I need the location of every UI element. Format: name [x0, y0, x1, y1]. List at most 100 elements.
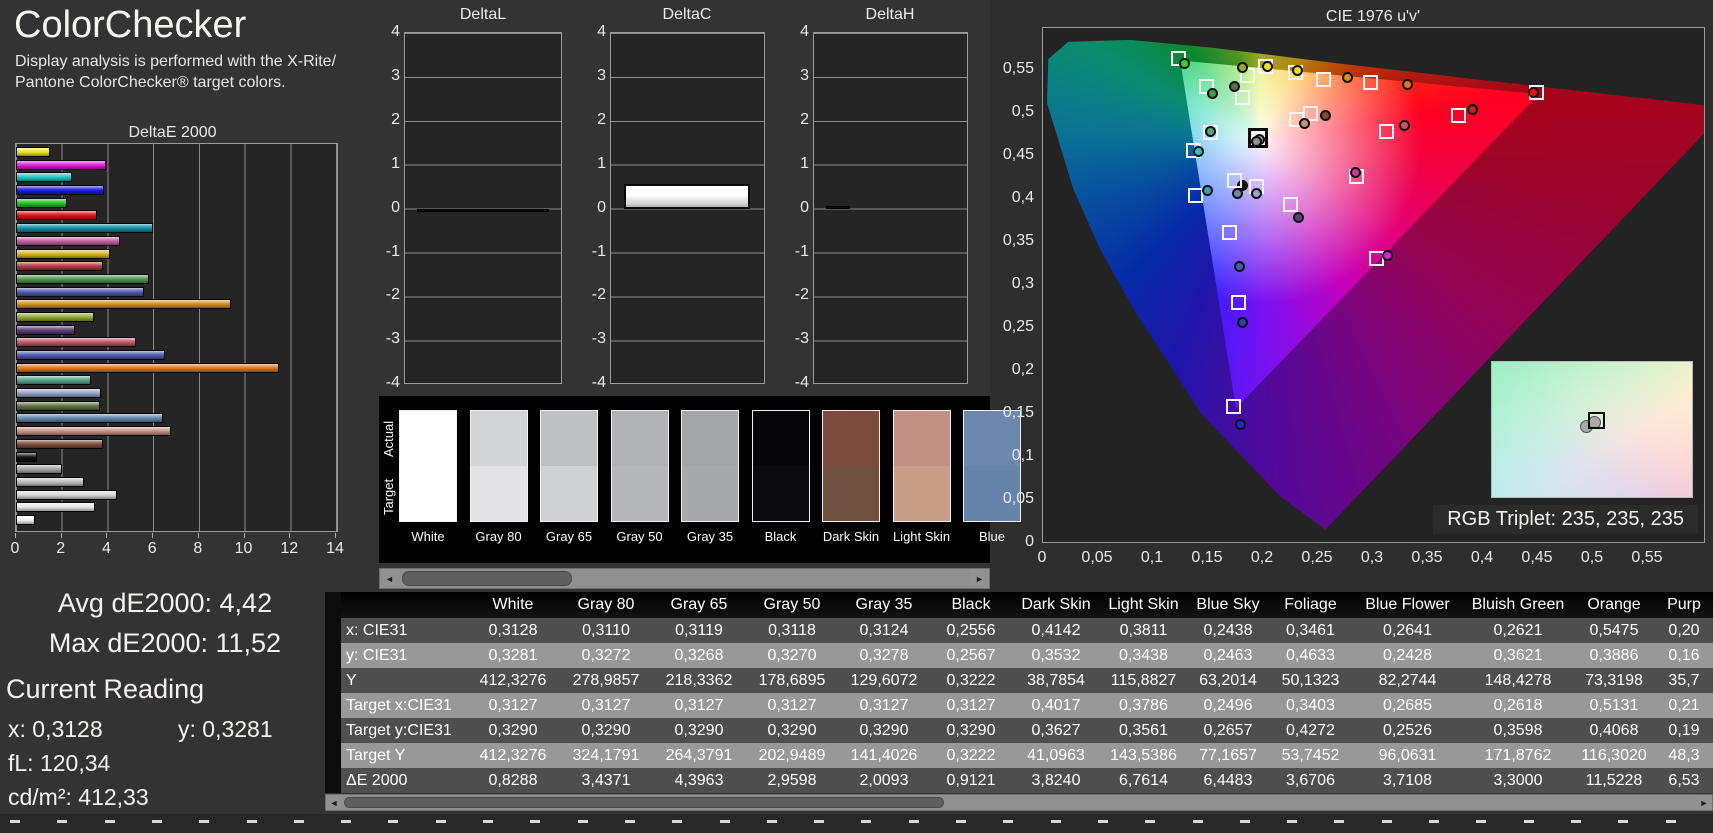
cie-measured-marker-srgb-magenta: [1381, 250, 1393, 262]
bottom-tick: [1381, 820, 1392, 823]
swatch-white: [399, 410, 457, 522]
x-tick: [289, 533, 291, 538]
page-title: ColorChecker: [14, 4, 247, 46]
deltal-chart: [404, 32, 562, 384]
cie-x-tick-label: 0,15: [1191, 549, 1223, 566]
deltae-bar: [16, 235, 120, 246]
deltae-bar: [16, 185, 104, 196]
table-cell: 77,1657: [1199, 746, 1257, 764]
table-row-label: Target x:CIE31: [346, 696, 452, 714]
current-y-readout: y: 0,3281: [178, 716, 273, 742]
table-row-label: Target Y: [346, 746, 406, 764]
scroll-right-icon[interactable]: ►: [970, 569, 989, 588]
cie-measured-marker-purplish-blue: [1233, 261, 1245, 273]
x-tick-label: 0: [10, 540, 20, 557]
cie-target-marker-moderate-red: [1379, 123, 1395, 139]
deltae-bar: [16, 172, 72, 183]
swatch-actual: [682, 411, 738, 466]
table-cell: 0,2526: [1383, 721, 1432, 739]
delta-y-tick-label: 4: [391, 23, 400, 40]
deltae-bar: [16, 147, 51, 157]
delta-y-tick-label: 3: [597, 66, 606, 84]
x-tick: [243, 533, 245, 538]
cie-target-marker-purple: [1283, 197, 1299, 213]
table-cell: 0,3290: [488, 721, 538, 739]
cie-target-marker-orange: [1362, 75, 1378, 91]
delta-y-tick-label: 2: [597, 110, 606, 128]
bottom-tick: [293, 820, 304, 823]
delta-y-tick-label: -4: [385, 374, 400, 392]
x-tick-label: 8: [193, 540, 203, 557]
bottom-tick: [1665, 820, 1676, 823]
swatch-gray-80: [469, 410, 528, 522]
table-cell: 3,3000: [1493, 771, 1543, 789]
max-de2000-readout: Max dE2000: 11,52: [48, 628, 282, 658]
deltah-chart: [813, 32, 968, 384]
table-cell: 0,2428: [1383, 646, 1432, 664]
target-row-label: Target: [381, 478, 396, 516]
table-cell: 0,2657: [1203, 721, 1253, 739]
delta-y-tick-label: 0: [391, 198, 400, 216]
avg-de2000-readout: Avg dE2000: 4,42: [57, 588, 273, 618]
delta-y-tick-label: -3: [591, 330, 606, 348]
delta-y-tick-label: -1: [794, 242, 809, 260]
table-cell: 50,1323: [1281, 671, 1340, 689]
table-header-cell: Gray 35: [855, 596, 913, 613]
bottom-tick: [908, 820, 919, 823]
rgb-triplet-readout: RGB Triplet: 235, 235, 235: [1433, 505, 1698, 534]
table-cell: 0,3124: [859, 621, 909, 639]
bottom-tick: [1145, 820, 1156, 823]
table-row: x: CIE31 0,3128 0,3110 0,3119 0,3118 0,3124 0,…: [341, 618, 1713, 643]
table-header-cell: Light Skin: [1108, 596, 1179, 613]
table-scrollbar-thumb[interactable]: [344, 797, 944, 808]
table-cell: 0,3127: [767, 696, 817, 714]
table-cell: 0,5131: [1589, 696, 1639, 714]
table-cell: 0,4068: [1589, 721, 1639, 739]
table-cell: 0,4017: [1031, 696, 1081, 714]
cie-y-tick-label: 0,3: [1011, 275, 1034, 292]
inset-target-square: [1588, 412, 1605, 429]
table-cell: 73,3198: [1585, 671, 1643, 689]
deltae-bar: [16, 362, 280, 373]
table-cell: 0,3290: [767, 721, 817, 739]
current-reading-title: Current Reading: [6, 674, 205, 704]
delta-y-tick-label: 2: [800, 110, 809, 128]
bottom-tick: [1476, 820, 1487, 823]
scroll-left-icon[interactable]: ◄: [326, 795, 342, 810]
deltal-chart-title: DeltaL: [459, 6, 507, 23]
delta-y-tick-label: 4: [800, 23, 809, 40]
deltae-bar: [16, 502, 95, 513]
table-header-cell: Gray 50: [763, 596, 821, 613]
cie-target-marker-cyan: [1187, 188, 1203, 204]
swatch-target: [682, 466, 738, 521]
bottom-tick: [624, 820, 635, 823]
deltae-bar: [16, 197, 68, 208]
table-cell: 0,3127: [946, 696, 996, 714]
deltae-bar: [16, 286, 144, 297]
table-cell: 0,3127: [859, 696, 909, 714]
deltae-bar: [16, 248, 110, 259]
scroll-right-icon[interactable]: ►: [1696, 795, 1712, 810]
table-cell: 0,3886: [1589, 646, 1639, 664]
cie-x-tick-label: 0,4: [1470, 549, 1494, 566]
swatch-scrollbar-thumb[interactable]: [402, 571, 572, 586]
table-cell: 0,2618: [1493, 696, 1543, 714]
results-table: White Gray 80 Gray 65 Gray 50 Gray 35 Black Da…: [341, 592, 1713, 793]
table-cell: 0,3290: [581, 721, 631, 739]
x-tick-label: 14: [326, 540, 344, 557]
bottom-tick: [388, 820, 399, 823]
swatch-scrollbar[interactable]: ◄ ►: [379, 568, 990, 589]
table-cell: 0,3290: [859, 721, 909, 739]
bottom-tick: [151, 820, 162, 823]
bottom-tick: [956, 820, 966, 823]
table-cell: 3,4371: [581, 771, 631, 789]
scroll-left-icon[interactable]: ◄: [380, 569, 399, 588]
page-subtitle-line1: Display analysis is performed with the X…: [15, 53, 337, 70]
cie-measured-marker-yellow-green: [1236, 61, 1248, 73]
table-cell: 0,3222: [946, 746, 996, 764]
deltae-bar: [16, 388, 101, 399]
delta-y-tick-label: -1: [385, 242, 400, 260]
table-scrollbar[interactable]: ◄ ►: [325, 794, 1713, 811]
cie-x-tick-label: 0,3: [1360, 549, 1384, 566]
swatch-gray-50: [610, 410, 669, 522]
